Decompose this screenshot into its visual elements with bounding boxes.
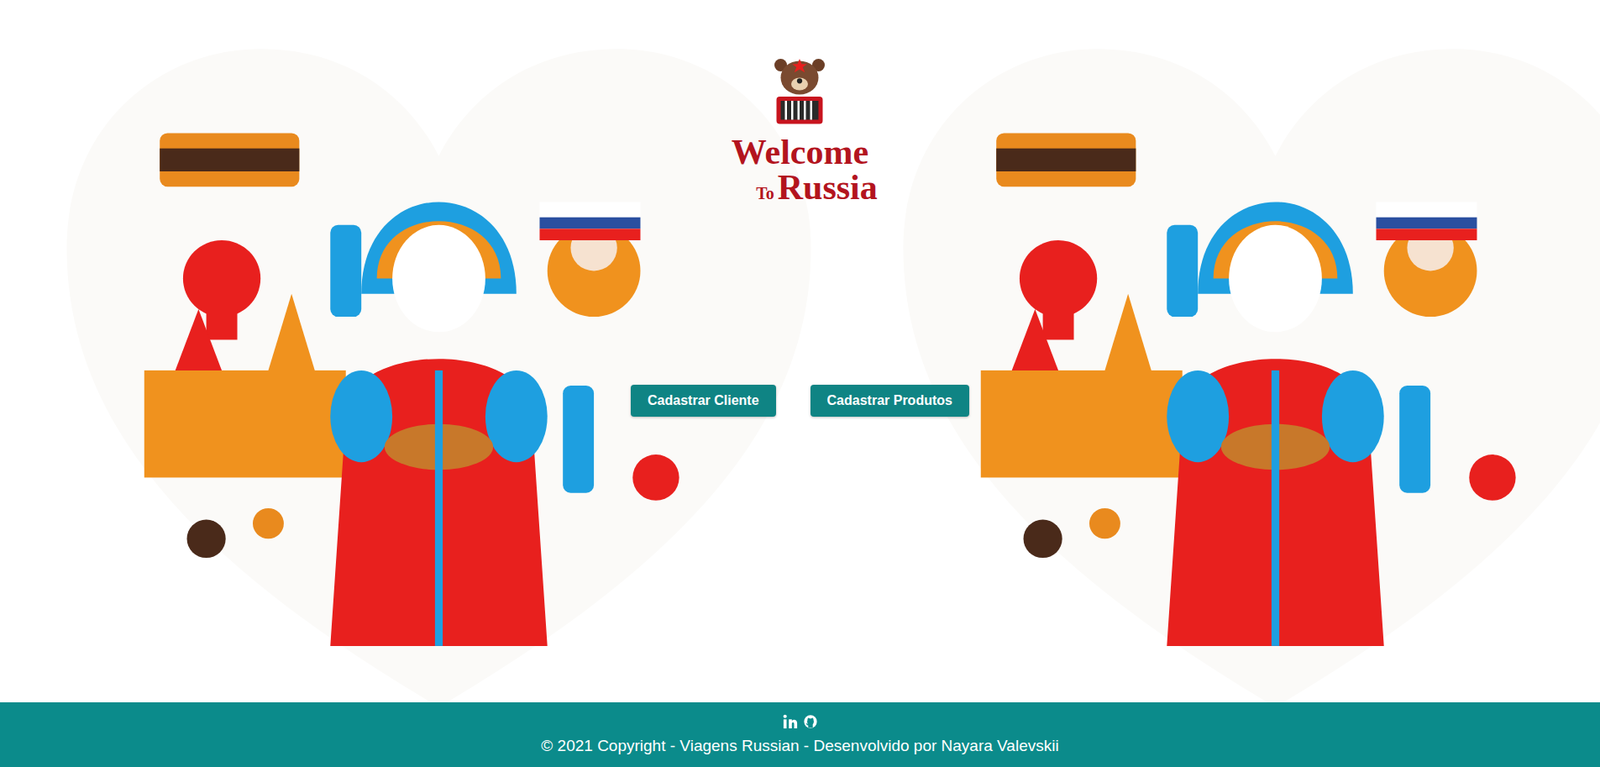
copyright-text: © 2021 Copyright - Viagens Russian - Des… — [540, 735, 1059, 756]
linkedin-icon[interactable] — [782, 713, 798, 730]
russia-heart-illustration — [887, 33, 1600, 703]
footer: © 2021 Copyright - Viagens Russian - Des… — [0, 702, 1600, 767]
logo: WelcomeToRussia — [722, 50, 878, 219]
page: WelcomeToRussiaCadastrar ClienteCadastra… — [0, 0, 1600, 767]
hero-content: WelcomeToRussiaCadastrar ClienteCadastra… — [0, 0, 1600, 703]
github-icon[interactable] — [802, 713, 819, 730]
nav-button[interactable]: Cadastrar Produtos — [810, 384, 970, 417]
hero: WelcomeToRussiaCadastrar ClienteCadastra… — [0, 0, 1600, 703]
logo-title: WelcomeToRussia — [722, 134, 878, 205]
russia-heart-illustration — [51, 33, 827, 703]
bear-accordion-icon — [757, 50, 842, 135]
action-buttons: Cadastrar Cliente Cadastrar Produtos — [630, 384, 970, 417]
social-links — [782, 713, 819, 730]
nav-button[interactable]: Cadastrar Cliente — [630, 384, 777, 417]
